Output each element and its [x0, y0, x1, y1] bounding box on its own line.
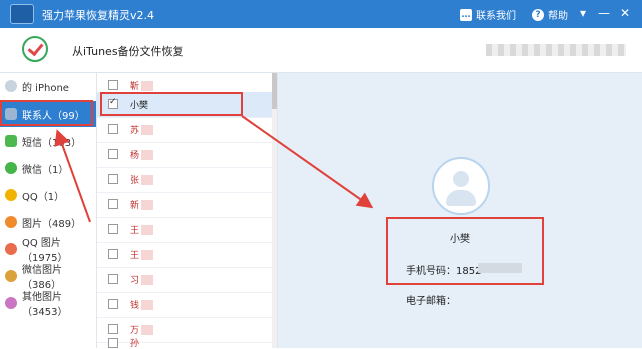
list-item[interactable]: 王 [97, 217, 273, 243]
row-checkbox[interactable] [108, 224, 118, 234]
title-bar: 强力苹果恢复精灵v2.4 … 联系我们 ? 帮助 ▾ — ✕ [0, 0, 642, 28]
row-checkbox[interactable] [108, 274, 118, 284]
device-info-redacted [486, 44, 626, 56]
list-item[interactable]: 王 [97, 242, 273, 268]
sidebar-item-qq[interactable]: QQ（1） [0, 182, 96, 208]
sidebar-item-device[interactable]: 的 iPhone [0, 73, 96, 99]
row-checkbox[interactable] [108, 199, 118, 209]
row-checkbox[interactable] [108, 124, 118, 134]
list-item[interactable]: 苏 [97, 117, 273, 143]
iphone-icon [5, 80, 17, 92]
sidebar-item-qq-photos[interactable]: QQ 图片（1975） [0, 236, 96, 264]
list-item[interactable]: 张 [97, 167, 273, 193]
sidebar-item-photos[interactable]: 图片（489） [0, 209, 96, 235]
highlight-box-contact-detail [386, 217, 544, 285]
sms-icon [5, 135, 17, 147]
help-icon: ? [532, 8, 544, 21]
header: 从iTunes备份文件恢复 [0, 28, 642, 73]
other-photos-icon [5, 297, 17, 309]
row-checkbox[interactable] [108, 80, 118, 90]
minimize-icon[interactable]: — [598, 6, 610, 20]
email-field: 电子邮箱： [406, 296, 456, 307]
list-item[interactable]: 新 [97, 192, 273, 218]
row-checkbox[interactable] [108, 249, 118, 259]
row-checkbox[interactable] [108, 299, 118, 309]
app-icon [10, 4, 34, 24]
page-subtitle: 从iTunes备份文件恢复 [72, 45, 184, 58]
list-item[interactable]: 习 [97, 267, 273, 293]
menu-icon[interactable]: ▾ [580, 6, 586, 20]
list-item[interactable]: 钱 [97, 292, 273, 318]
scrollbar-thumb[interactable] [272, 73, 277, 109]
photos-icon [5, 216, 17, 228]
list-item[interactable]: 孙 [97, 335, 273, 349]
row-checkbox[interactable] [108, 324, 118, 334]
avatar [432, 157, 490, 215]
close-icon[interactable]: ✕ [620, 6, 630, 20]
chat-icon: … [460, 8, 472, 21]
list-item[interactable]: 杨 [97, 142, 273, 168]
sidebar-item-wechat[interactable]: 微信（1） [0, 155, 96, 181]
highlight-box-contacts [0, 100, 93, 126]
wechat-photos-icon [5, 270, 17, 282]
contact-us-button[interactable]: … 联系我们 [460, 7, 516, 22]
qq-icon [5, 189, 17, 201]
recovery-logo-icon [22, 36, 48, 62]
help-button[interactable]: ? 帮助 [532, 7, 568, 22]
list-scrollbar[interactable] [272, 73, 277, 348]
sidebar-item-sms[interactable]: 短信（103） [0, 128, 96, 154]
row-checkbox[interactable] [108, 338, 118, 348]
qq-photos-icon [5, 243, 17, 255]
app-title: 强力苹果恢复精灵v2.4 [42, 9, 155, 22]
wechat-icon [5, 162, 17, 174]
row-checkbox[interactable] [108, 174, 118, 184]
highlight-box-selected-contact [100, 92, 243, 116]
row-checkbox[interactable] [108, 149, 118, 159]
sidebar-item-other-photos[interactable]: 其他图片（3453） [0, 290, 96, 318]
sidebar-item-wechat-photos[interactable]: 微信图片（386） [0, 263, 96, 291]
